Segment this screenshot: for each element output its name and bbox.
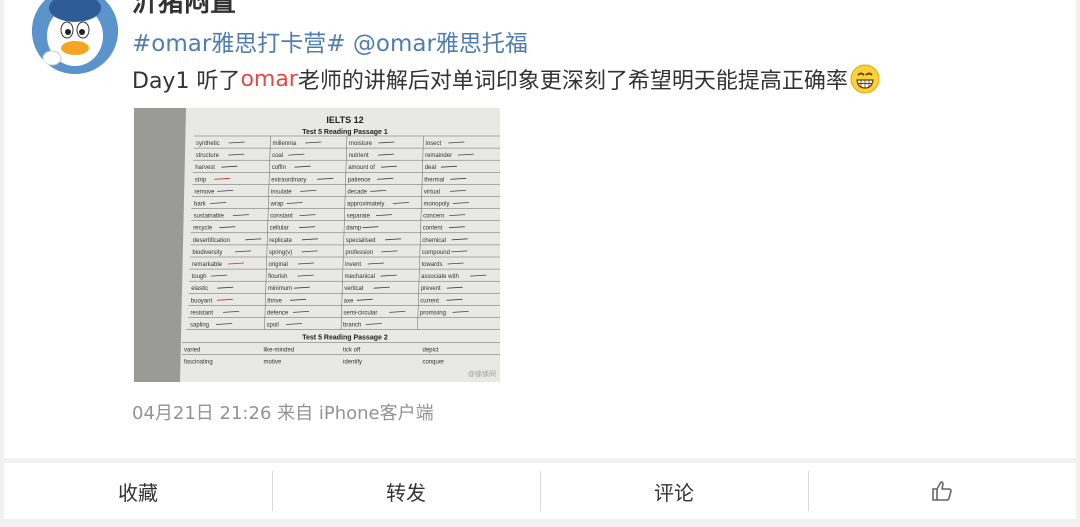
- sheet-word: moisture: [349, 141, 373, 147]
- sheet-word: remove: [194, 189, 215, 195]
- sheet-word: remarkable: [192, 262, 223, 268]
- sheet-word: specialised: [346, 238, 376, 244]
- sheet-word: coal: [272, 153, 283, 159]
- sheet-word: tick off: [343, 348, 361, 354]
- sheet-word: patience: [348, 177, 371, 183]
- sheet-word: current: [420, 298, 439, 304]
- mention-suffix[interactable]: 托福: [482, 31, 528, 57]
- sheet-word: defence: [267, 310, 289, 316]
- sheet-word: minimum: [268, 286, 292, 292]
- sheet-word: buoyant: [191, 298, 213, 304]
- sheet-word: mechanical: [345, 274, 375, 280]
- sheet-word: structure: [196, 153, 220, 159]
- sheet-word: amount of: [348, 165, 375, 171]
- sheet-word: replicate: [269, 238, 292, 244]
- sheet-word: extraordinary: [271, 177, 306, 183]
- passage-1-heading: Test 5 Reading Passage 1: [302, 129, 388, 136]
- sheet-word: spring(v): [269, 250, 292, 256]
- sheet-word: damp: [346, 226, 362, 232]
- sheet-word: associate with: [421, 274, 459, 280]
- sheet-word: remainder: [425, 153, 452, 159]
- sheet-word: thrive: [267, 298, 282, 304]
- sheet-word: conquer: [423, 360, 445, 366]
- sheet-word: bark: [194, 202, 207, 208]
- sheet-word: desertification: [193, 238, 230, 244]
- sheet-word: decade: [347, 189, 367, 195]
- sheet-word: prevent: [421, 286, 441, 292]
- sheet-word: profession: [345, 250, 373, 256]
- sheet-word: virtual: [424, 189, 440, 195]
- sheet-word: chemical: [422, 238, 446, 244]
- like-button[interactable]: [808, 463, 1076, 519]
- sheet-word: semi-circular: [343, 310, 377, 316]
- thumbs-up-icon: [932, 481, 952, 501]
- sheet-word: insect: [426, 141, 442, 147]
- sheet-word: monopoly: [424, 202, 450, 208]
- sheet-word: thermal: [424, 177, 444, 183]
- grin-emoji-icon: [850, 64, 880, 94]
- mention-link[interactable]: @omar雅思: [353, 31, 482, 57]
- post-text: Day1 听了 omar 老师的讲解后对单词印象更深刻了希望明天能提高正确率: [132, 63, 880, 95]
- sheet-word: constant: [270, 214, 293, 220]
- sheet-word: like-minded: [264, 348, 295, 354]
- vocabulary-sheet-image: IELTS 12 Test 5 Reading Passage 1 syntheti…: [134, 108, 500, 382]
- sheet-word: original: [269, 262, 288, 268]
- sheet-word: harvest: [195, 165, 215, 171]
- sheet-word: depict: [423, 348, 439, 354]
- sheet-word: biodiversity: [192, 250, 222, 256]
- sheet-word: promising: [420, 310, 446, 316]
- sheet-word: elastic: [191, 286, 208, 292]
- sheet-word: synthetic: [196, 141, 220, 147]
- sheet-word: axe: [344, 298, 354, 304]
- sheet-word: insulate: [271, 189, 292, 195]
- sheet-word: separate: [347, 214, 371, 220]
- sheet-word: flourish: [268, 274, 287, 280]
- sheet-word: varied: [184, 348, 200, 354]
- sheet-word: vertical: [344, 286, 363, 292]
- sheet-word: sustainable: [194, 214, 225, 220]
- sheet-word: cellular: [270, 226, 289, 232]
- sheet-word: content: [423, 226, 443, 232]
- sheet-word: approximately: [347, 202, 384, 208]
- sheet-word: compound: [422, 250, 450, 256]
- sheet-word: deal: [425, 165, 436, 171]
- passage-2-heading: Test 5 Reading Passage 2: [302, 335, 388, 342]
- repost-button[interactable]: 转发: [272, 463, 540, 519]
- photo-watermark: @徐徐间: [468, 369, 496, 378]
- sheet-word: motive: [264, 360, 282, 366]
- sheet-word: branch: [343, 323, 361, 329]
- weibo-post-card: 沂猪闷置 #omar雅思打卡营# @omar雅思托福 Day1 听了 omar 老师…: [4, 0, 1076, 458]
- sheet-word: sapling: [190, 323, 209, 329]
- post-tags: #omar雅思打卡营# @omar雅思托福: [132, 24, 528, 58]
- comment-button[interactable]: 评论: [540, 463, 808, 519]
- sheet-word: recycle: [193, 226, 213, 232]
- sheet-word: spoil: [267, 323, 279, 329]
- sheet-word: resistant: [190, 310, 213, 316]
- post-photo[interactable]: IELTS 12 Test 5 Reading Passage 1 syntheti…: [134, 108, 500, 382]
- sheet-word: identify: [343, 360, 362, 366]
- avatar[interactable]: [32, 0, 118, 74]
- post-text-highlight: omar: [240, 66, 298, 92]
- sheet-word: nutrient: [349, 153, 369, 159]
- sheet-word: invent: [345, 262, 361, 268]
- post-text-part1: Day1 听了: [132, 69, 241, 94]
- sheet-word: millennia: [273, 141, 297, 147]
- sheet-word: concern: [423, 214, 444, 220]
- sheet-word: wrap: [270, 202, 285, 208]
- sheet-word: tough: [192, 274, 207, 280]
- username[interactable]: 沂猪闷置: [132, 0, 236, 19]
- collect-button[interactable]: 收藏: [4, 463, 272, 519]
- post-text-part2: 老师的讲解后对单词印象更深刻了希望明天能提高正确率: [297, 69, 848, 94]
- sheet-word: fascinating: [184, 360, 213, 366]
- donald-duck-avatar-icon: [32, 0, 118, 74]
- sheet-word: towards: [422, 262, 443, 268]
- topic-tag[interactable]: #omar雅思打卡营#: [132, 31, 346, 57]
- action-bar: 收藏 转发 评论: [4, 463, 1076, 519]
- sheet-word: coffin: [272, 165, 286, 171]
- sheet-title: IELTS 12: [326, 115, 363, 125]
- post-meta: 04月21日 21:26 来自 iPhone客户端: [132, 403, 434, 424]
- sheet-word: strip: [195, 177, 207, 183]
